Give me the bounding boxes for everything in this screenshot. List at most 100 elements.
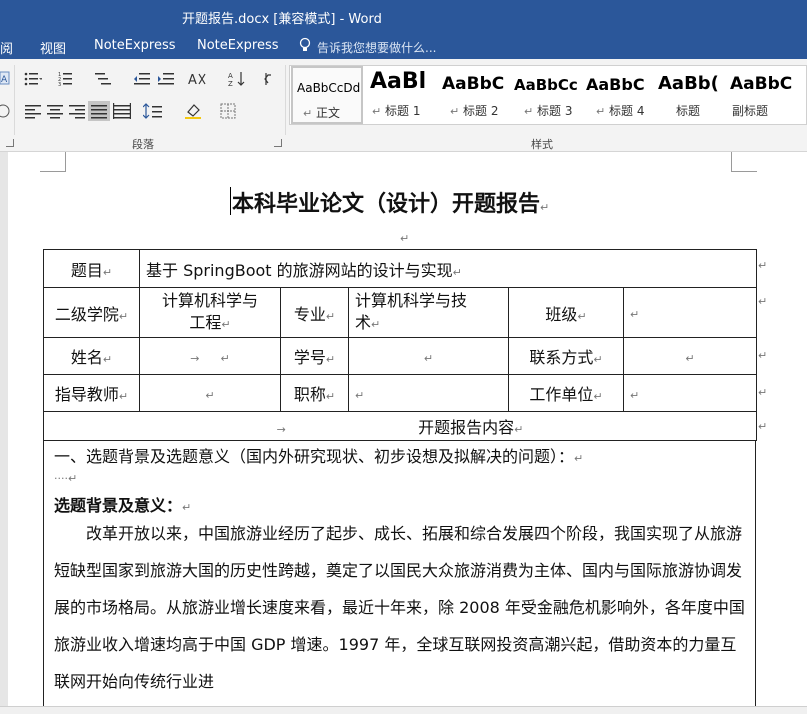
svg-text:3: 3 xyxy=(58,82,61,87)
multilevel-list-icon[interactable] xyxy=(94,71,112,87)
row-end-mark: ↵ xyxy=(758,349,768,362)
style-subtitle[interactable]: AaBbC 副标题 xyxy=(726,66,798,124)
justify-icon[interactable] xyxy=(88,101,110,121)
class-value-cell[interactable]: ↵ xyxy=(623,287,757,338)
style-name: 标题 xyxy=(676,104,701,118)
svg-text:A: A xyxy=(188,73,197,87)
text-cursor xyxy=(230,187,231,215)
title-bar: 开题报告.docx [兼容模式] - Word xyxy=(0,0,807,33)
align-left-icon[interactable] xyxy=(24,103,42,119)
chinese-layout-icon[interactable]: A xyxy=(188,71,212,88)
shading-icon[interactable] xyxy=(185,103,207,119)
paragraph-mark: ↵ xyxy=(400,232,410,245)
style-name: ↵ 标题 3 xyxy=(524,104,573,118)
style-sample: AaBbCc xyxy=(514,76,578,94)
major-value-cell[interactable]: 计算机科学与技 术↵ xyxy=(348,287,509,338)
paragraph-group-label: 段落 xyxy=(132,138,154,151)
svg-text:A: A xyxy=(228,72,233,80)
ribbon-separator xyxy=(14,65,15,135)
tab-view[interactable]: 视图 xyxy=(40,38,66,57)
unit-value-cell[interactable]: ↵ xyxy=(623,374,757,412)
styles-group-label: 样式 xyxy=(531,138,553,151)
id-label-cell: 学号↵ xyxy=(280,337,349,375)
ribbon: A 123 A AZ 段落 AaBbCcDd ↵ 正文 AaBl ↵ 标题 1 … xyxy=(0,59,807,152)
tell-me-search[interactable]: 告诉我您想要做什么... xyxy=(317,39,436,56)
style-heading-3[interactable]: AaBbCc ↵ 标题 3 xyxy=(510,66,582,124)
style-sample: AaBbC xyxy=(586,75,645,94)
margin-corner xyxy=(40,152,66,172)
college-label-cell: 二级学院↵ xyxy=(43,287,140,338)
tab-review[interactable]: 阅 xyxy=(0,38,13,57)
report-content-cell[interactable]: 一、选题背景及选题意义（国内外研究现状、初步设想及拟解决的问题）：↵ ····↵… xyxy=(43,440,756,706)
row-end-mark: ↵ xyxy=(758,295,768,308)
enclosed-char-icon[interactable] xyxy=(0,103,10,119)
font-color-icon[interactable]: A xyxy=(0,71,10,87)
bullets-icon[interactable] xyxy=(24,71,43,87)
lightbulb-icon xyxy=(298,37,312,53)
sub-heading: 选题背景及意义：↵ xyxy=(54,496,192,515)
style-sample: AaBbC xyxy=(730,74,793,94)
style-heading-4[interactable]: AaBbC ↵ 标题 4 xyxy=(582,66,654,124)
style-name: ↵ 标题 1 xyxy=(372,104,421,118)
ribbon-separator xyxy=(285,65,286,135)
document-page[interactable]: 本科毕业论文（设计）开题报告↵ ↵ 题目↵ 基于 SpringBoot 的旅游网… xyxy=(8,152,807,706)
menu-bar: 阅 视图 NoteExpress NoteExpress 告诉我您想要做什么..… xyxy=(0,33,807,59)
decrease-indent-icon[interactable] xyxy=(133,71,151,87)
row-end-mark: ↵ xyxy=(758,386,768,399)
row-end-mark: ↵ xyxy=(758,420,768,433)
status-bar xyxy=(0,706,807,714)
topic-label-cell: 题目↵ xyxy=(43,249,140,288)
dialog-launcher-icon[interactable] xyxy=(6,139,14,147)
style-sample: AaBb( xyxy=(658,73,719,94)
sort-icon[interactable]: AZ xyxy=(228,71,246,88)
numbering-icon[interactable]: 123 xyxy=(58,71,76,88)
show-marks-icon[interactable] xyxy=(262,71,280,87)
svg-text:A: A xyxy=(1,75,8,85)
advisor-value-cell[interactable]: ↵ xyxy=(139,374,281,412)
line-spacing-icon[interactable] xyxy=(142,103,169,119)
report-info-table[interactable]: 题目↵ 基于 SpringBoot 的旅游网站的设计与实现↵ 二级学院↵ 计算机… xyxy=(43,249,757,441)
topic-value-cell[interactable]: 基于 SpringBoot 的旅游网站的设计与实现↵ xyxy=(139,249,757,288)
style-sample: AaBl xyxy=(370,69,427,94)
distributed-icon[interactable] xyxy=(113,103,131,119)
unit-label-cell: 工作单位↵ xyxy=(508,374,624,412)
style-sample: AaBbC xyxy=(442,74,505,94)
contact-label-cell: 联系方式↵ xyxy=(508,337,624,375)
align-center-icon[interactable] xyxy=(46,103,64,119)
style-sample: AaBbCcDd xyxy=(297,81,361,95)
style-name: ↵ 标题 2 xyxy=(450,104,499,118)
advisor-label-cell: 指导教师↵ xyxy=(43,374,140,412)
document-title[interactable]: 本科毕业论文（设计）开题报告↵ xyxy=(232,186,549,218)
rank-label-cell: 职称↵ xyxy=(280,374,349,412)
align-right-icon[interactable] xyxy=(68,103,86,119)
paragraph-launcher-icon[interactable] xyxy=(274,139,282,147)
style-name: ↵ 正文 xyxy=(303,106,341,120)
content-header-cell: → 开题报告内容↵ xyxy=(43,411,757,441)
tab-noteexpress-1[interactable]: NoteExpress xyxy=(94,38,176,53)
id-value-cell[interactable]: ↵ xyxy=(348,337,509,375)
style-normal[interactable]: AaBbCcDd ↵ 正文 xyxy=(291,66,363,124)
increase-indent-icon[interactable] xyxy=(157,71,175,87)
row-end-mark: ↵ xyxy=(758,259,768,272)
svg-text:Z: Z xyxy=(228,80,233,87)
style-heading-2[interactable]: AaBbC ↵ 标题 2 xyxy=(438,66,510,124)
body-paragraph: 改革开放以来，中国旅游业经历了起步、成长、拓展和综合发展四个阶段，我国实现了从旅… xyxy=(54,524,745,691)
style-heading-1[interactable]: AaBl ↵ 标题 1 xyxy=(366,66,438,124)
major-label-cell: 专业↵ xyxy=(280,287,349,338)
class-label-cell: 班级↵ xyxy=(508,287,624,338)
rank-value-cell[interactable]: ↵ xyxy=(348,374,509,412)
style-title[interactable]: AaBb( 标题 xyxy=(654,66,726,124)
section-heading: 一、选题背景及选题意义（国内外研究现状、初步设想及拟解决的问题）：↵ xyxy=(54,447,584,466)
contact-value-cell[interactable]: ↵ xyxy=(623,337,757,375)
styles-gallery: AaBbCcDd ↵ 正文 AaBl ↵ 标题 1 AaBbC ↵ 标题 2 A… xyxy=(289,65,807,125)
window-title: 开题报告.docx [兼容模式] - Word xyxy=(182,12,382,27)
name-label-cell: 姓名↵ xyxy=(43,337,140,375)
empty-paragraph: ····↵ xyxy=(54,472,78,485)
name-value-cell[interactable]: → ↵ xyxy=(139,337,281,375)
college-value-cell[interactable]: 计算机科学与 工程↵ xyxy=(139,287,281,338)
tab-noteexpress-2[interactable]: NoteExpress xyxy=(197,38,279,53)
margin-corner xyxy=(731,152,757,172)
document-area: 本科毕业论文（设计）开题报告↵ ↵ 题目↵ 基于 SpringBoot 的旅游网… xyxy=(0,152,807,706)
borders-icon[interactable] xyxy=(220,103,242,119)
style-name: ↵ 标题 4 xyxy=(596,104,645,118)
